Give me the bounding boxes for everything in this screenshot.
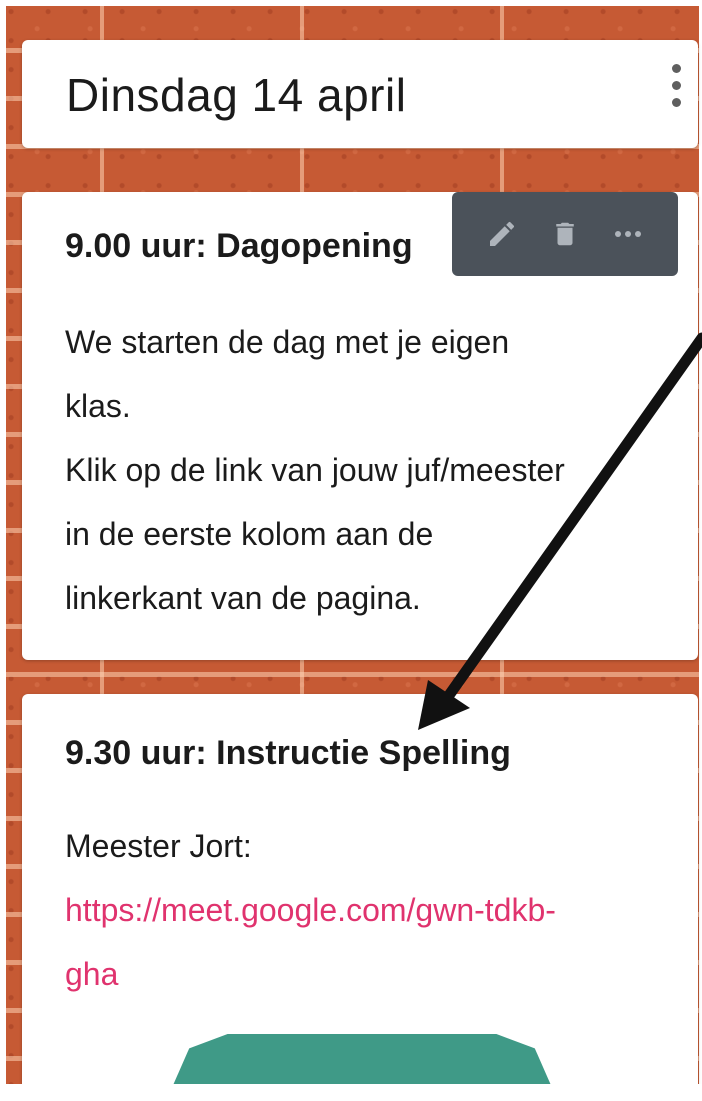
pencil-icon[interactable]	[480, 212, 524, 256]
frame-left	[0, 0, 6, 1101]
post-body-line: Klik op de link van jouw juf/meester	[65, 452, 565, 488]
frame-top	[0, 0, 702, 6]
post-body-line: klas.	[65, 388, 131, 424]
post-body: We starten de dag met je eigen klas. Kli…	[65, 310, 665, 630]
trash-icon[interactable]	[543, 212, 587, 256]
column-header: Dinsdag 14 april	[22, 40, 698, 148]
column-title: Dinsdag 14 april	[66, 69, 407, 121]
post-title: 9.30 uur: Instructie Spelling	[65, 734, 511, 772]
frame-bottom	[0, 1084, 702, 1101]
more-horizontal-icon[interactable]	[606, 212, 650, 256]
post-card-spelling[interactable]: 9.30 uur: Instructie Spelling Meester Jo…	[22, 694, 698, 1094]
kebab-dot	[671, 64, 681, 73]
more-vert-icon[interactable]	[664, 58, 688, 128]
post-body-line: linkerkant van de pagina.	[65, 580, 421, 616]
meet-link[interactable]: https://meet.google.com/gwn-tdkb-	[65, 892, 556, 928]
kebab-dot	[671, 98, 681, 107]
kebab-dot	[671, 81, 681, 90]
post-title: 9.00 uur: Dagopening	[65, 227, 413, 265]
post-action-toolbar	[452, 192, 678, 276]
post-body: Meester Jort: https://meet.google.com/gw…	[65, 814, 675, 1006]
post-body-line: We starten de dag met je eigen	[65, 324, 510, 360]
meet-link-continued[interactable]: gha	[65, 956, 118, 992]
post-body-line: in de eerste kolom aan de	[65, 516, 434, 552]
teacher-name: Meester Jort:	[65, 828, 252, 864]
